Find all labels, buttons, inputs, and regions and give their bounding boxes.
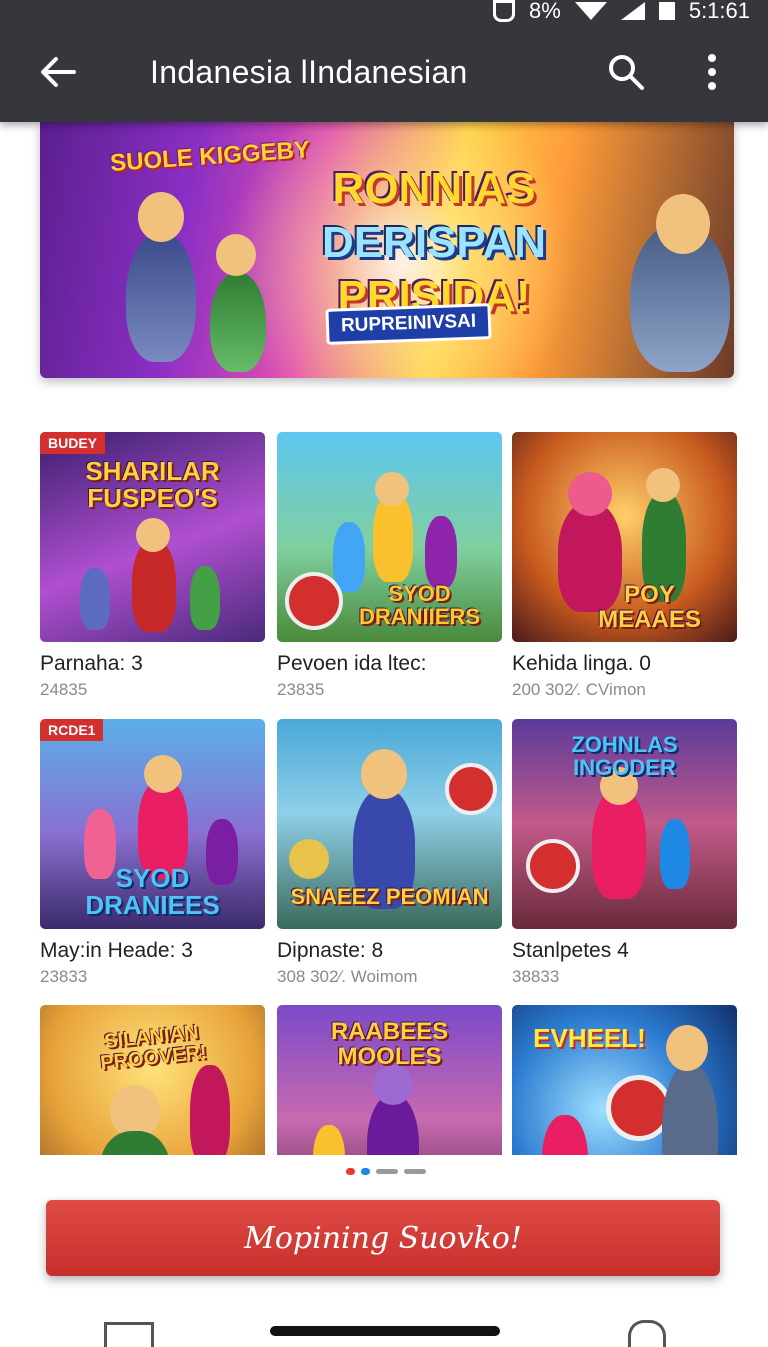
- game-card[interactable]: SYOD DRANIIERS Pevoen ida ltec: 23835: [277, 432, 502, 700]
- game-art-logo: SHARILAR FUSPEO'S: [85, 456, 220, 514]
- game-art-logo: SNAEEZ PEOMIAN: [290, 884, 489, 909]
- signal-icon: [620, 2, 645, 20]
- back-arrow-icon[interactable]: [36, 50, 80, 94]
- game-art-logo: RAABEES MOOLES: [330, 1018, 449, 1071]
- page-indicator: [346, 1168, 426, 1175]
- game-thumbnail: SYOD DRANIEES RCDE1: [40, 719, 265, 929]
- hero-character-head: [216, 234, 256, 276]
- banner-headline-line: RONNIAS: [332, 164, 536, 213]
- home-gesture-bar[interactable]: [270, 1326, 500, 1336]
- game-card[interactable]: SHARILAR FUSPEO'S BUDEY Parnaha: 3 24835: [40, 432, 265, 700]
- game-title: Stanlpetes 4: [512, 939, 629, 962]
- game-thumbnail: SYOD DRANIIERS: [277, 432, 502, 642]
- clock: 5:1:61: [688, 0, 750, 23]
- game-title: Pevoen ida ltec:: [277, 652, 427, 675]
- battery-percent: 8%: [529, 0, 561, 23]
- game-subtitle: 23833: [40, 967, 88, 986]
- page-dot[interactable]: [404, 1169, 426, 1174]
- game-art-logo: SYOD DRANIEES: [85, 863, 220, 921]
- more-vert-icon[interactable]: [698, 50, 726, 94]
- game-thumbnail: ZOHNLAS INGODER: [512, 719, 737, 929]
- game-badge: BUDEY: [40, 432, 106, 454]
- game-thumbnail: SHARILAR FUSPEO'S BUDEY: [40, 432, 265, 642]
- game-subtitle: 24835: [40, 680, 88, 699]
- game-title: Parnaha: 3: [40, 652, 143, 675]
- game-thumbnail: POY MEAAES: [512, 432, 737, 642]
- game-art-logo: SYOD DRANIIERS: [358, 581, 480, 630]
- hero-character: [126, 232, 196, 362]
- recent-apps-icon[interactable]: [104, 1322, 154, 1347]
- game-art-logo: ZOHNLAS INGODER: [571, 732, 678, 781]
- game-art-logo: EVHEEL!: [533, 1023, 646, 1053]
- game-art-logo: POY MEAAES: [598, 581, 701, 634]
- game-art-logo: SILANIAN PROOVER!: [99, 1021, 208, 1075]
- hero-banner[interactable]: SUOLE KIGGEBY RONNIAS DERISPAN PRISIDA! …: [40, 122, 734, 378]
- game-title: Kehida linga. 0: [512, 652, 651, 675]
- page-dot-active: [361, 1168, 370, 1175]
- game-card[interactable]: SYOD DRANIEES RCDE1 May:in Heade: 3 2383…: [40, 719, 265, 987]
- battery-icon: [658, 2, 675, 20]
- hero-character-head: [656, 194, 710, 254]
- game-title: May:in Heade: 3: [40, 939, 193, 962]
- hero-character: [210, 272, 266, 372]
- game-subtitle: 38833: [512, 967, 560, 986]
- banner-headline-line: DERISPAN: [321, 218, 547, 267]
- page-dot-active: [346, 1168, 355, 1175]
- banner-tag: RUPREINIVSAI: [325, 303, 492, 345]
- top-bar: 8% 5:1:61 Indanesia lIndanesian: [0, 0, 768, 122]
- home-nav-icon[interactable]: [628, 1320, 666, 1347]
- game-card[interactable]: SNAEEZ PEOMIAN Dipnaste: 8 308 302⁄. Woi…: [277, 719, 502, 987]
- game-badge: RCDE1: [40, 719, 104, 741]
- page-dot[interactable]: [376, 1169, 398, 1174]
- status-bar: 8% 5:1:61: [493, 0, 750, 23]
- game-thumbnail: SNAEEZ PEOMIAN: [277, 719, 502, 929]
- page-title: Indanesia lIndanesian: [150, 54, 468, 90]
- game-title: Dipnaste: 8: [277, 939, 384, 962]
- primary-cta-button[interactable]: Mopining Suovko!: [46, 1200, 720, 1276]
- app-bar: Indanesia lIndanesian: [0, 22, 768, 122]
- banner-headline: RONNIAS DERISPAN PRISIDA!: [304, 162, 564, 324]
- shield-icon: [493, 0, 516, 22]
- wifi-icon: [574, 2, 607, 20]
- search-icon[interactable]: [606, 52, 646, 92]
- game-subtitle: 200 302⁄. CVimon: [512, 680, 646, 699]
- game-card[interactable]: POY MEAAES Kehida linga. 0 200 302⁄. CVi…: [512, 432, 737, 700]
- hero-character-head: [138, 192, 184, 242]
- game-subtitle: 23835: [277, 680, 325, 699]
- game-subtitle: 308 302⁄. Woimom: [277, 967, 418, 986]
- game-card[interactable]: ZOHNLAS INGODER Stanlpetes 4 38833: [512, 719, 737, 987]
